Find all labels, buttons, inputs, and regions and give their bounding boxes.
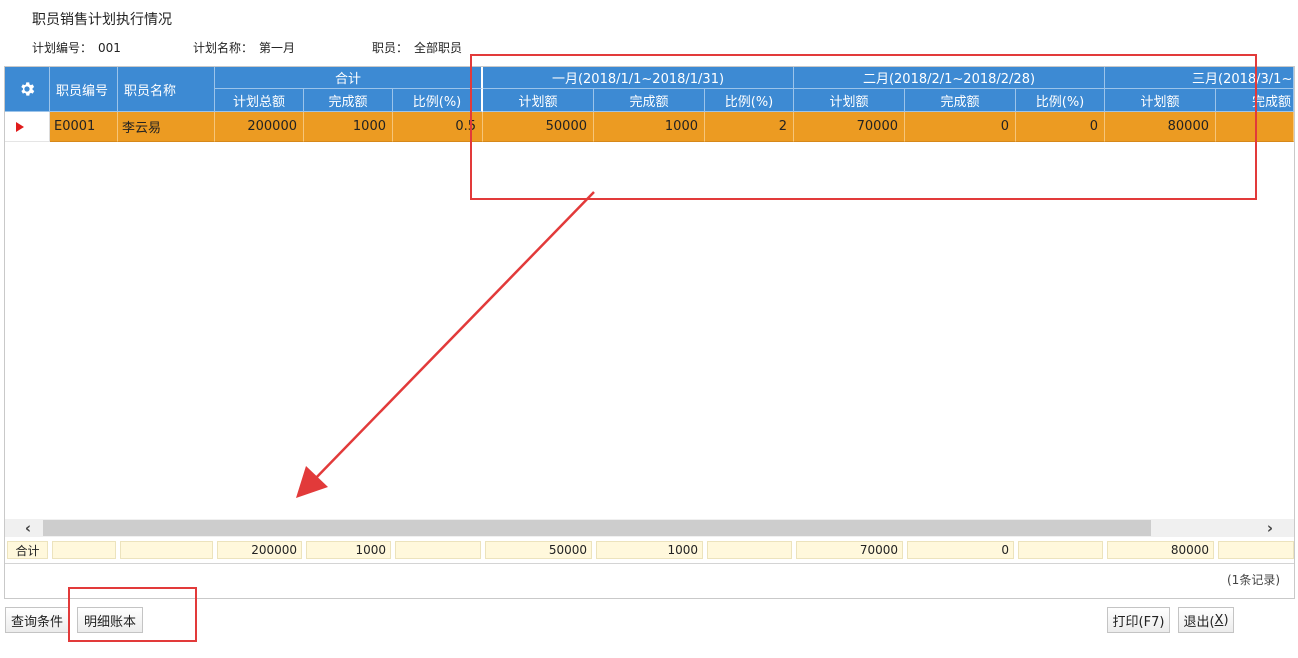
print-button[interactable]: 打印(F7) [1107,607,1170,633]
summary-jan-done: 1000 [596,541,703,559]
col-header-mar-done[interactable]: 完成额 [1216,89,1294,112]
group-header-feb: 二月(2018/2/1~2018/2/28) [794,67,1105,89]
plan-no-label: 计划编号： [32,41,93,55]
staff-label: 职员： [372,41,409,55]
plan-no-value: 001 [98,41,121,55]
staff-value: 全部职员 [414,41,463,55]
summary-feb-done: 0 [907,541,1014,559]
row-indicator [5,112,50,142]
col-header-feb-ratio[interactable]: 比例(%) [1016,89,1105,112]
scrollbar-thumb[interactable] [43,520,1151,536]
col-header-feb-done[interactable]: 完成额 [905,89,1016,112]
divider [5,563,1294,564]
plan-name-value: 第一月 [259,41,296,55]
col-header-emp-no[interactable]: 职员编号 [50,67,118,112]
cell-total-plan[interactable]: 200000 [215,112,304,142]
summary-total-plan: 200000 [217,541,302,559]
summary-row: 合计 200000 1000 50000 1000 70000 0 80000 [5,538,1294,562]
exit-label: 退出( [1183,614,1215,630]
plan-name-info: 计划名称： 第一月 [193,39,295,56]
summary-cell [52,541,116,559]
staff-info: 职员： 全部职员 [372,39,462,56]
scroll-right-icon[interactable]: › [1257,519,1283,537]
col-header-emp-name[interactable]: 职员名称 [118,67,215,112]
grid-settings-button[interactable] [5,67,50,112]
summary-feb-plan: 70000 [796,541,903,559]
data-grid: 职员编号 职员名称 合计 一月(2018/1/1~2018/1/31) 二月(2… [4,66,1295,599]
cell-total-done[interactable]: 1000 [304,112,393,142]
summary-cell [120,541,213,559]
summary-total-done: 1000 [306,541,391,559]
col-header-feb-plan[interactable]: 计划额 [794,89,905,112]
cell-feb-ratio[interactable]: 0 [1016,112,1105,142]
gear-icon [21,82,35,96]
row-pointer-icon [16,122,24,132]
page-title: 职员销售计划执行情况 [32,12,172,28]
cell-feb-plan[interactable]: 70000 [794,112,905,142]
plan-no-info: 计划编号： 001 [32,39,121,56]
table-row[interactable]: E0001 李云易 200000 1000 0.5 50000 1000 2 7… [5,112,1294,142]
cell-jan-done[interactable]: 1000 [594,112,705,142]
col-header-mar-plan[interactable]: 计划额 [1105,89,1216,112]
query-conditions-button[interactable]: 查询条件 [5,607,69,633]
summary-mar-plan: 80000 [1107,541,1214,559]
group-header-jan: 一月(2018/1/1~2018/1/31) [483,67,794,89]
summary-jan-plan: 50000 [485,541,592,559]
group-header-total: 合计 [215,67,483,89]
detail-ledger-button[interactable]: 明细账本 [77,607,143,633]
cell-jan-plan[interactable]: 50000 [483,112,594,142]
cell-jan-ratio[interactable]: 2 [705,112,794,142]
cell-emp-name[interactable]: 李云易 [118,112,215,142]
col-header-total-plan[interactable]: 计划总额 [215,89,304,112]
summary-mar-done [1218,541,1294,559]
record-count: (1条记录) [1227,573,1280,587]
group-header-mar: 三月(2018/3/1~201 [1105,67,1294,89]
exit-shortcut-key: X [1214,612,1224,628]
plan-name-label: 计划名称： [193,41,254,55]
summary-label: 合计 [7,541,48,559]
cell-emp-no[interactable]: E0001 [50,112,118,142]
col-header-jan-plan[interactable]: 计划额 [483,89,594,112]
exit-button[interactable]: 退出(X) [1178,607,1234,633]
horizontal-scrollbar[interactable]: ‹ › [5,519,1294,537]
scroll-left-icon[interactable]: ‹ [15,519,41,537]
summary-jan-ratio [707,541,792,559]
summary-total-ratio [395,541,481,559]
cell-total-ratio[interactable]: 0.5 [393,112,483,142]
col-header-total-ratio[interactable]: 比例(%) [393,89,483,112]
exit-label-close: ) [1223,612,1229,628]
col-header-total-done[interactable]: 完成额 [304,89,393,112]
cell-mar-plan[interactable]: 80000 [1105,112,1216,142]
cell-feb-done[interactable]: 0 [905,112,1016,142]
col-header-jan-done[interactable]: 完成额 [594,89,705,112]
summary-feb-ratio [1018,541,1103,559]
col-header-jan-ratio[interactable]: 比例(%) [705,89,794,112]
cell-mar-done[interactable] [1216,112,1294,142]
